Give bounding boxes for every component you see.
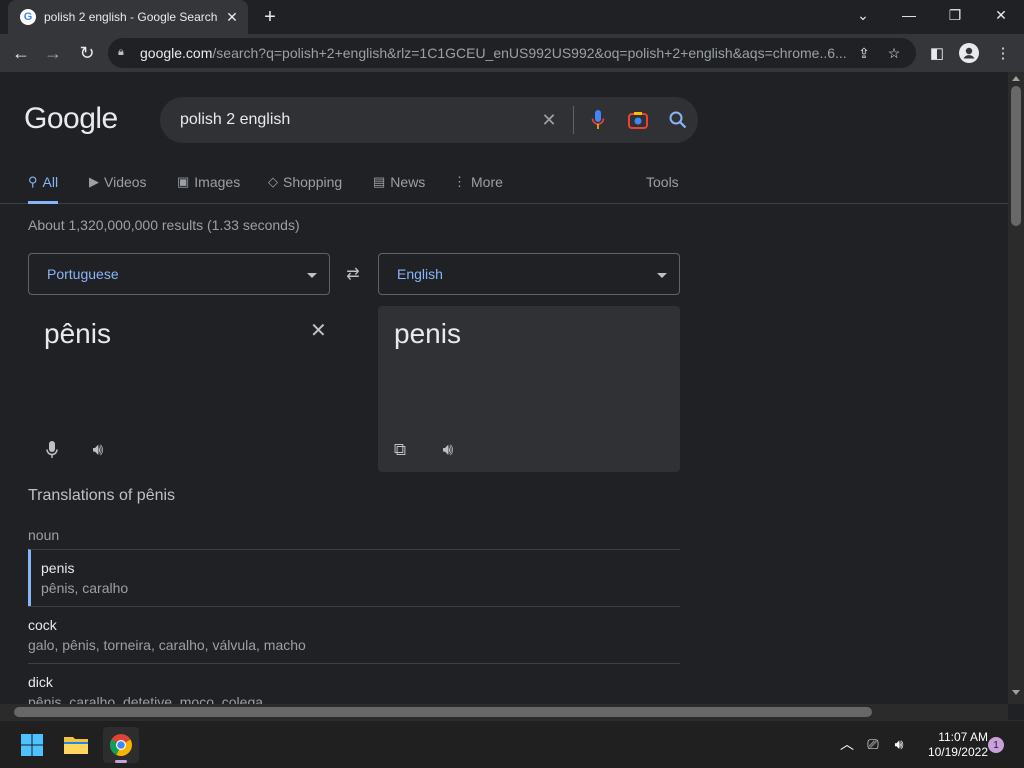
- target-language-label: English: [397, 266, 443, 282]
- tag-icon: ◇: [268, 174, 278, 189]
- volume-icon[interactable]: 🔊︎: [890, 735, 908, 753]
- minimize-button[interactable]: —: [886, 0, 932, 30]
- list-item[interactable]: dick pênis, caralho, detetive, moço, col…: [28, 663, 680, 704]
- image-icon: ▣: [177, 174, 190, 189]
- side-panel-icon[interactable]: ◧: [924, 40, 950, 66]
- microphone-icon[interactable]: [40, 438, 64, 462]
- dropdown-caret-icon: [307, 273, 317, 278]
- clear-source-icon[interactable]: ✕: [310, 318, 327, 343]
- translation-synonyms: pênis, caralho: [41, 580, 129, 596]
- tab-strip: G polish 2 english - Google Search ✕ + ⌄…: [0, 0, 1024, 34]
- google-favicon-icon: G: [20, 9, 36, 25]
- tab-search-chevron-icon[interactable]: ⌄: [840, 0, 886, 30]
- reload-button[interactable]: ↻: [74, 40, 100, 66]
- search-nav-tabs: ⚲ All ▶ Videos ▣ Images ◇ Shopping ▤ News ⋮ Mo…: [0, 168, 1008, 204]
- bookmark-star-icon[interactable]: ☆: [882, 41, 906, 65]
- search-icon: ⚲: [28, 174, 38, 189]
- lens-camera-icon[interactable]: [618, 100, 658, 140]
- tab-shopping[interactable]: ◇ Shopping: [268, 174, 342, 204]
- listen-source-speaker-icon[interactable]: 🔊︎: [86, 438, 110, 462]
- chrome-icon: [110, 734, 132, 756]
- dropdown-caret-icon: [657, 273, 667, 278]
- search-submit-icon[interactable]: [658, 100, 698, 140]
- tab-videos[interactable]: ▶ Videos: [89, 174, 147, 204]
- clear-search-icon[interactable]: ✕: [529, 100, 569, 140]
- voice-search-icon[interactable]: [578, 100, 618, 140]
- newspaper-icon: ▤: [373, 174, 386, 189]
- horizontal-scroll-thumb[interactable]: [14, 707, 872, 717]
- translation-synonyms: galo, pênis, torneira, caralho, válvula,…: [28, 637, 306, 653]
- source-language-label: Portuguese: [47, 266, 119, 282]
- search-box[interactable]: polish 2 english ✕: [160, 97, 698, 143]
- tab-more[interactable]: ⋮ More: [453, 174, 503, 204]
- target-text: penis: [394, 318, 461, 349]
- swap-languages-icon[interactable]: ⇄: [342, 264, 364, 284]
- list-item[interactable]: cock galo, pênis, torneira, caralho, vál…: [28, 606, 680, 663]
- browser-tab[interactable]: G polish 2 english - Google Search ✕: [8, 0, 248, 34]
- list-item[interactable]: penis pênis, caralho: [28, 549, 680, 606]
- share-icon[interactable]: ⇪: [852, 41, 876, 65]
- google-logo[interactable]: Google: [24, 102, 118, 136]
- start-button[interactable]: [14, 727, 50, 763]
- copy-icon[interactable]: ⧉: [388, 438, 412, 462]
- profile-avatar-icon[interactable]: [956, 40, 982, 66]
- page-content: Google polish 2 english ✕ ⚲ All ▶ Videos ▣…: [0, 72, 1008, 704]
- url-text[interactable]: google.com/search?q=polish+2+english&rlz…: [140, 45, 846, 61]
- tab-title: polish 2 english - Google Search: [44, 10, 218, 24]
- more-vertical-icon: ⋮: [453, 174, 466, 189]
- source-text-box[interactable]: pênis ✕ 🔊︎: [28, 306, 330, 472]
- vertical-scrollbar[interactable]: [1008, 72, 1024, 704]
- part-of-speech: noun: [28, 527, 60, 543]
- translation-word: dick: [28, 674, 53, 690]
- close-window-button[interactable]: ✕: [978, 0, 1024, 30]
- scroll-up-arrow-icon[interactable]: [1012, 76, 1020, 81]
- result-stats: About 1,320,000,000 results (1.33 second…: [28, 217, 300, 233]
- search-divider: [573, 106, 574, 134]
- show-hidden-icons-chevron-icon[interactable]: ︿: [838, 735, 856, 753]
- folder-icon: [64, 737, 88, 754]
- back-button[interactable]: ←: [8, 40, 34, 66]
- browser-toolbar: ← → ↻ 🔒︎ google.com/search?q=polish+2+en…: [0, 34, 1024, 72]
- translation-word: cock: [28, 617, 57, 633]
- tab-close-icon[interactable]: ✕: [224, 9, 240, 25]
- windows-logo-icon: [21, 734, 43, 756]
- clock-date: 10/19/2022: [927, 745, 988, 759]
- notification-badge[interactable]: 1: [988, 737, 1004, 753]
- vertical-scroll-thumb[interactable]: [1011, 86, 1021, 226]
- address-bar[interactable]: 🔒︎ google.com/search?q=polish+2+english&…: [108, 38, 916, 68]
- forward-button[interactable]: →: [40, 40, 66, 66]
- horizontal-scrollbar[interactable]: [0, 704, 1008, 720]
- network-icon[interactable]: ⎚: [864, 735, 882, 753]
- chrome-taskbar-button[interactable]: [103, 727, 139, 763]
- listen-target-speaker-icon[interactable]: 🔊︎: [436, 438, 460, 462]
- system-clock[interactable]: 11:07 AM 10/19/2022: [916, 730, 988, 760]
- clock-time: 11:07 AM: [938, 730, 988, 744]
- tab-news[interactable]: ▤ News: [373, 174, 425, 204]
- tab-images[interactable]: ▣ Images: [177, 174, 240, 204]
- scroll-down-arrow-icon[interactable]: [1012, 690, 1020, 695]
- tools-button[interactable]: Tools: [646, 174, 679, 204]
- source-language-select[interactable]: Portuguese: [28, 253, 330, 295]
- lock-icon[interactable]: 🔒︎: [118, 46, 132, 60]
- play-icon: ▶: [89, 174, 99, 189]
- translations-heading: Translations of pênis: [28, 487, 176, 504]
- chrome-menu-icon[interactable]: ⋮: [990, 40, 1016, 66]
- file-explorer-button[interactable]: [58, 727, 94, 763]
- target-language-select[interactable]: English: [378, 253, 680, 295]
- source-text[interactable]: pênis: [44, 318, 111, 350]
- translation-word: penis: [41, 560, 75, 576]
- translations-list: penis pênis, caralho cock galo, pênis, t…: [28, 549, 680, 704]
- tab-all[interactable]: ⚲ All: [28, 174, 59, 204]
- target-text-box: penis ⧉ 🔊︎: [378, 306, 680, 472]
- search-input[interactable]: polish 2 english: [180, 111, 529, 129]
- new-tab-button[interactable]: +: [258, 6, 282, 28]
- windows-taskbar: ︿ ⎚ 🔊︎ 11:07 AM 10/19/2022 1: [0, 720, 1024, 768]
- restore-button[interactable]: ❐: [932, 0, 978, 30]
- translation-synonyms: pênis, caralho, detetive, moço, colega: [28, 694, 264, 704]
